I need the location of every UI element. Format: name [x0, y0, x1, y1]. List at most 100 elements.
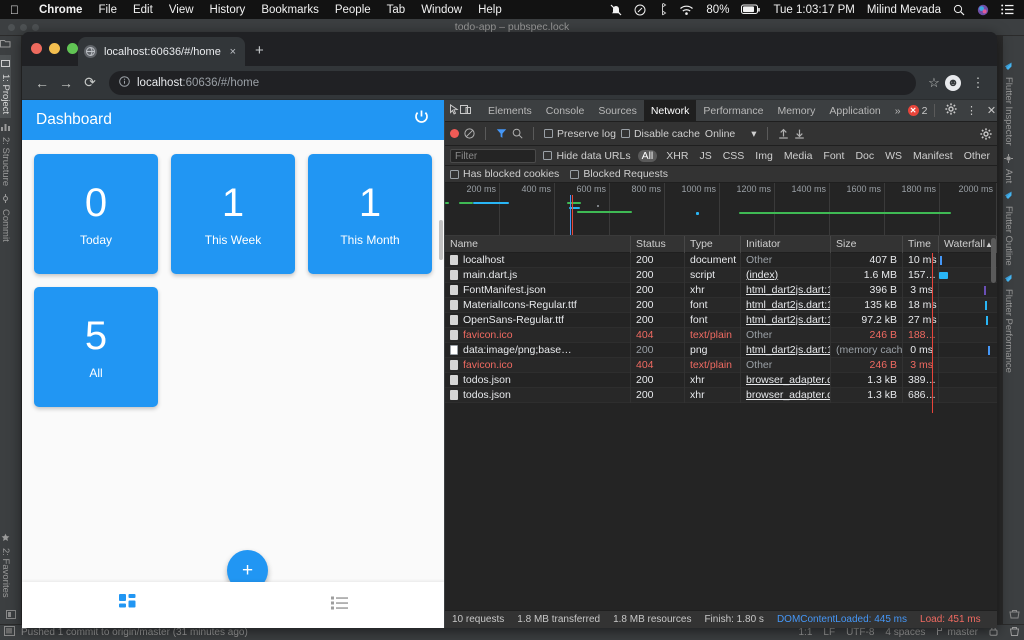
close-icon[interactable]: ✕ — [982, 104, 997, 117]
column-header-time[interactable]: Time — [903, 236, 939, 253]
control-center-icon[interactable] — [995, 4, 1020, 15]
menu-bookmarks[interactable]: Bookmarks — [253, 4, 327, 16]
page-scrollbar[interactable] — [439, 220, 443, 260]
sidebar-item-flutter-performance[interactable]: Flutter Performance — [1003, 270, 1014, 377]
filter-type-css[interactable]: CSS — [721, 150, 747, 162]
stat-card[interactable]: 1 This Month — [308, 154, 432, 274]
tab-elements[interactable]: Elements — [481, 100, 539, 122]
disable-cache-checkbox[interactable]: Disable cache — [621, 128, 700, 140]
device-toolbar-icon[interactable] — [460, 104, 471, 118]
table-row[interactable]: favicon.ico404text/plainOther246 B188… — [445, 328, 997, 343]
close-window-button[interactable] — [31, 43, 42, 54]
menu-history[interactable]: History — [202, 4, 254, 16]
ide-statusbar-icon[interactable] — [4, 626, 15, 639]
filter-type-other[interactable]: Other — [962, 150, 992, 162]
chrome-window-controls[interactable] — [31, 43, 78, 54]
filter-type-img[interactable]: Img — [753, 150, 775, 162]
wifi-icon[interactable] — [673, 4, 700, 16]
blocked-requests-checkbox[interactable]: Blocked Requests — [570, 168, 668, 180]
column-header-name[interactable]: Name — [445, 236, 631, 253]
request-initiator[interactable]: html_dart2js.dart:1… — [741, 298, 831, 313]
menu-tab[interactable]: Tab — [379, 4, 414, 16]
sidebar-item-flutter-outline[interactable]: Flutter Outline — [1003, 187, 1014, 270]
tab-network[interactable]: Network — [644, 100, 697, 122]
battery-icon[interactable] — [735, 4, 767, 15]
back-button[interactable]: ← — [30, 75, 54, 91]
menu-help[interactable]: Help — [470, 4, 510, 16]
table-scrollbar[interactable] — [991, 238, 996, 283]
upload-icon[interactable] — [778, 128, 789, 139]
tab-more-overflow[interactable]: » — [888, 100, 908, 122]
menu-view[interactable]: View — [161, 4, 202, 16]
nav-item-list[interactable] — [234, 596, 446, 615]
network-overview-timeline[interactable]: 200 ms 400 ms 600 ms 800 ms 1000 ms 1200… — [445, 183, 997, 236]
menu-file[interactable]: File — [90, 4, 125, 16]
caret-position-label[interactable]: 1:1 — [798, 627, 812, 638]
request-initiator[interactable]: (index) — [741, 268, 831, 283]
filter-type-ws[interactable]: WS — [883, 150, 904, 162]
user-name-label[interactable]: Milind Mevada — [861, 4, 947, 16]
tab-sources[interactable]: Sources — [591, 100, 644, 122]
table-row[interactable]: MaterialIcons-Regular.ttf200fonthtml_dar… — [445, 298, 997, 313]
tab-console[interactable]: Console — [539, 100, 592, 122]
stat-card[interactable]: 1 This Week — [171, 154, 295, 274]
encoding-label[interactable]: UTF-8 — [846, 627, 874, 638]
sidebar-item-flutter-inspector[interactable]: Flutter Inspector — [1003, 58, 1014, 150]
sidebar-item-commit[interactable]: Commit — [0, 190, 11, 246]
line-separator-label[interactable]: LF — [823, 627, 835, 638]
column-header-size[interactable]: Size — [831, 236, 903, 253]
power-icon[interactable] — [413, 109, 430, 131]
table-row[interactable]: main.dart.js200script(index)1.6 MB157… — [445, 268, 997, 283]
table-row[interactable]: todos.json200xhrbrowser_adapter.d…1.3 kB… — [445, 373, 997, 388]
address-bar[interactable]: localhost :60636/#/home — [109, 71, 916, 95]
bookmark-star-icon[interactable]: ☆ — [923, 75, 945, 91]
clock-label[interactable]: Tue 1:03:17 PM — [767, 4, 860, 16]
column-header-status[interactable]: Status — [631, 236, 685, 253]
menu-edit[interactable]: Edit — [125, 4, 161, 16]
browser-tab[interactable]: localhost:60636/#/home × — [78, 37, 245, 66]
apple-logo-icon[interactable]:  — [0, 4, 31, 16]
ide-left-rail-bottom-icon[interactable] — [0, 610, 22, 622]
spotlight-search-icon[interactable] — [947, 4, 971, 16]
trash-icon[interactable] — [1009, 626, 1020, 639]
sidebar-item-favorites[interactable]: 2: Favorites — [0, 529, 11, 602]
request-initiator[interactable]: html_dart2js.dart:1… — [741, 313, 831, 328]
bluetooth-icon[interactable] — [652, 3, 673, 16]
stat-card[interactable]: 5 All — [34, 287, 158, 407]
search-icon[interactable] — [512, 128, 523, 139]
hide-data-urls-checkbox[interactable]: Hide data URLs — [543, 150, 630, 162]
ide-window-controls[interactable] — [8, 24, 39, 31]
has-blocked-cookies-checkbox[interactable]: Has blocked cookies — [450, 168, 559, 180]
gear-icon[interactable] — [942, 103, 960, 118]
avatar[interactable]: ☻ — [945, 75, 967, 91]
kebab-menu-icon[interactable]: ⋮ — [967, 75, 989, 91]
table-row[interactable]: favicon.ico404text/plainOther246 B3 ms — [445, 358, 997, 373]
table-row[interactable]: data:image/png;base…200pnghtml_dart2js.d… — [445, 343, 997, 358]
gear-icon[interactable] — [980, 128, 992, 140]
stat-card[interactable]: 0 Today — [34, 154, 158, 274]
ide-right-rail-bottom-icon[interactable] — [1003, 609, 1024, 622]
throttle-select[interactable]: Online ▾ — [705, 128, 757, 140]
new-tab-button[interactable]: + — [255, 43, 264, 58]
menu-window[interactable]: Window — [413, 4, 470, 16]
column-header-initiator[interactable]: Initiator — [741, 236, 831, 253]
sidebar-item-structure[interactable]: 2: Structure — [0, 118, 11, 190]
filter-type-all[interactable]: All — [638, 150, 658, 162]
siri-icon[interactable] — [971, 4, 995, 16]
minimize-window-button[interactable] — [49, 43, 60, 54]
request-initiator[interactable]: html_dart2js.dart:1… — [741, 343, 831, 358]
filter-type-js[interactable]: JS — [697, 150, 713, 162]
table-row[interactable]: FontManifest.json200xhrhtml_dart2js.dart… — [445, 283, 997, 298]
maximize-window-button[interactable] — [67, 43, 78, 54]
filter-input[interactable]: Filter — [450, 149, 536, 163]
nav-item-dashboard[interactable] — [22, 594, 234, 616]
filter-type-xhr[interactable]: XHR — [664, 150, 690, 162]
request-initiator[interactable]: browser_adapter.d… — [741, 373, 831, 388]
filter-type-doc[interactable]: Doc — [853, 150, 876, 162]
column-header-type[interactable]: Type — [685, 236, 741, 253]
rail-top-icon[interactable] — [0, 36, 11, 55]
preserve-log-checkbox[interactable]: Preserve log — [544, 128, 616, 140]
record-stop-icon[interactable] — [450, 129, 459, 138]
filter-type-manifest[interactable]: Manifest — [911, 150, 955, 162]
close-icon[interactable]: × — [227, 46, 239, 58]
